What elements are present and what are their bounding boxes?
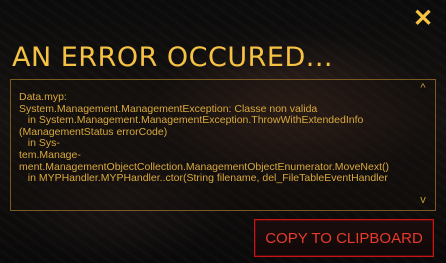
error-title: AN ERROR OCCURED... [12, 42, 334, 73]
error-dialog: ✕ AN ERROR OCCURED... Data.myp: System.M… [0, 0, 446, 263]
copy-to-clipboard-button[interactable]: COPY TO CLIPBOARD [254, 219, 434, 257]
error-log-box[interactable]: Data.myp: System.Management.ManagementEx… [10, 79, 436, 211]
scroll-down-icon[interactable]: v [417, 194, 429, 206]
error-log-text: Data.myp: System.Management.ManagementEx… [19, 92, 390, 185]
scroll-up-icon[interactable]: ^ [417, 82, 429, 94]
close-icon[interactable]: ✕ [412, 7, 434, 31]
